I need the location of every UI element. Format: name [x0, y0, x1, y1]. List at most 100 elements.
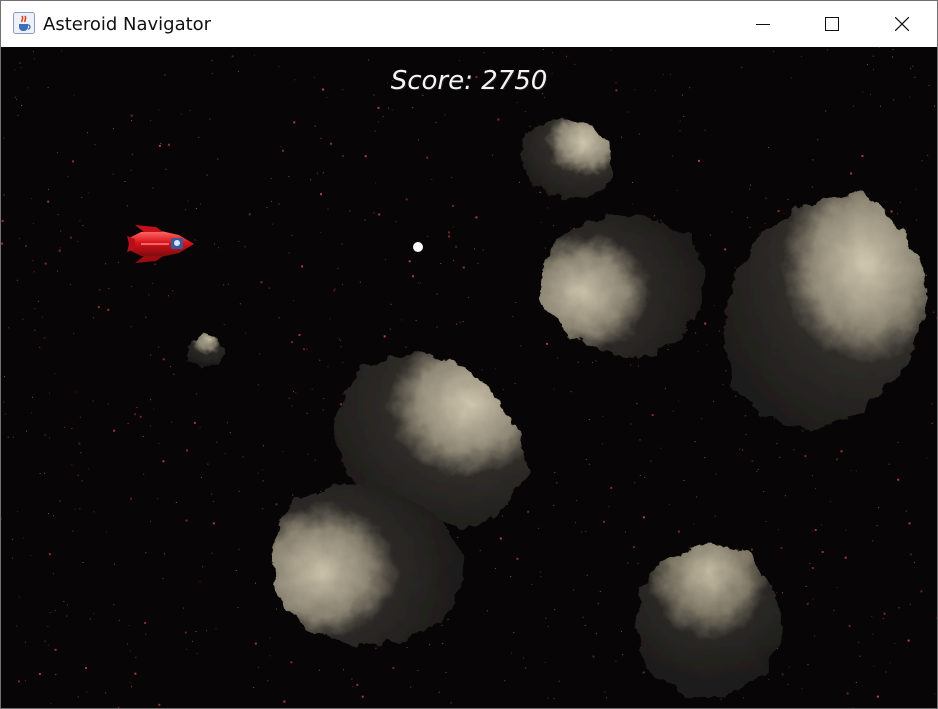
star — [333, 289, 336, 292]
star — [415, 320, 417, 321]
star — [196, 393, 198, 395]
star — [33, 58, 35, 60]
star — [260, 281, 263, 284]
star — [211, 552, 213, 554]
star — [202, 566, 204, 568]
star — [54, 648, 57, 651]
star — [554, 609, 556, 611]
star — [16, 625, 18, 627]
star — [134, 672, 137, 675]
minimize-button[interactable] — [728, 1, 798, 47]
star — [511, 652, 513, 654]
star — [207, 463, 209, 465]
star — [316, 172, 318, 174]
star — [622, 654, 624, 656]
star — [184, 631, 187, 634]
star — [872, 540, 874, 542]
star — [135, 656, 137, 658]
star — [193, 421, 196, 424]
star — [33, 271, 35, 273]
star — [450, 702, 452, 704]
star — [788, 666, 790, 668]
star — [131, 686, 133, 688]
star — [320, 193, 322, 196]
star — [268, 287, 270, 289]
star — [342, 362, 344, 363]
star — [516, 102, 518, 104]
star — [44, 434, 46, 436]
star — [540, 221, 542, 223]
star — [32, 260, 34, 262]
star — [513, 632, 515, 633]
title-bar[interactable]: Asteroid Navigator — [1, 1, 937, 47]
star — [42, 316, 43, 318]
star — [812, 475, 813, 476]
star — [538, 527, 540, 529]
star — [162, 460, 165, 463]
star — [53, 573, 54, 575]
star — [134, 413, 137, 416]
star — [573, 228, 576, 231]
star — [198, 136, 200, 138]
star — [440, 263, 442, 264]
star — [639, 649, 641, 651]
star — [1, 242, 4, 245]
star — [72, 160, 75, 163]
star — [352, 686, 354, 687]
star — [69, 236, 72, 239]
star — [50, 702, 52, 704]
star — [672, 410, 674, 412]
close-button[interactable] — [867, 1, 937, 47]
star — [200, 203, 202, 205]
star — [129, 681, 131, 683]
maximize-button[interactable] — [797, 1, 867, 47]
star — [846, 692, 849, 695]
star — [314, 125, 316, 127]
star — [215, 628, 217, 630]
star — [650, 460, 652, 462]
star — [588, 463, 590, 465]
star — [718, 330, 720, 332]
star — [639, 474, 641, 476]
star — [238, 240, 240, 242]
star — [872, 633, 874, 635]
star — [452, 226, 454, 228]
star — [477, 262, 479, 264]
star — [401, 319, 403, 321]
star — [772, 50, 774, 52]
star — [418, 282, 419, 284]
star — [18, 596, 20, 598]
star — [18, 238, 20, 240]
game-canvas[interactable]: Score: 2750 — [1, 47, 937, 708]
star — [698, 159, 700, 162]
star — [145, 552, 147, 554]
star — [936, 617, 937, 619]
star — [848, 624, 851, 627]
star — [695, 332, 697, 334]
star — [327, 366, 329, 368]
star — [907, 639, 910, 642]
star — [238, 548, 240, 550]
star — [185, 519, 188, 522]
star — [368, 59, 370, 61]
star — [374, 130, 376, 132]
star — [112, 128, 114, 130]
star — [82, 562, 84, 563]
star — [209, 118, 211, 120]
star — [783, 213, 785, 214]
star — [586, 574, 588, 576]
star — [651, 414, 654, 416]
star — [342, 284, 343, 286]
star — [878, 47, 880, 48]
star — [779, 456, 781, 458]
star — [307, 453, 309, 455]
star — [566, 55, 567, 57]
star — [148, 294, 150, 296]
star — [266, 207, 268, 208]
star — [765, 197, 767, 199]
star — [553, 225, 555, 227]
star — [570, 226, 572, 228]
star — [272, 223, 274, 225]
star — [282, 149, 284, 152]
star — [145, 316, 147, 318]
